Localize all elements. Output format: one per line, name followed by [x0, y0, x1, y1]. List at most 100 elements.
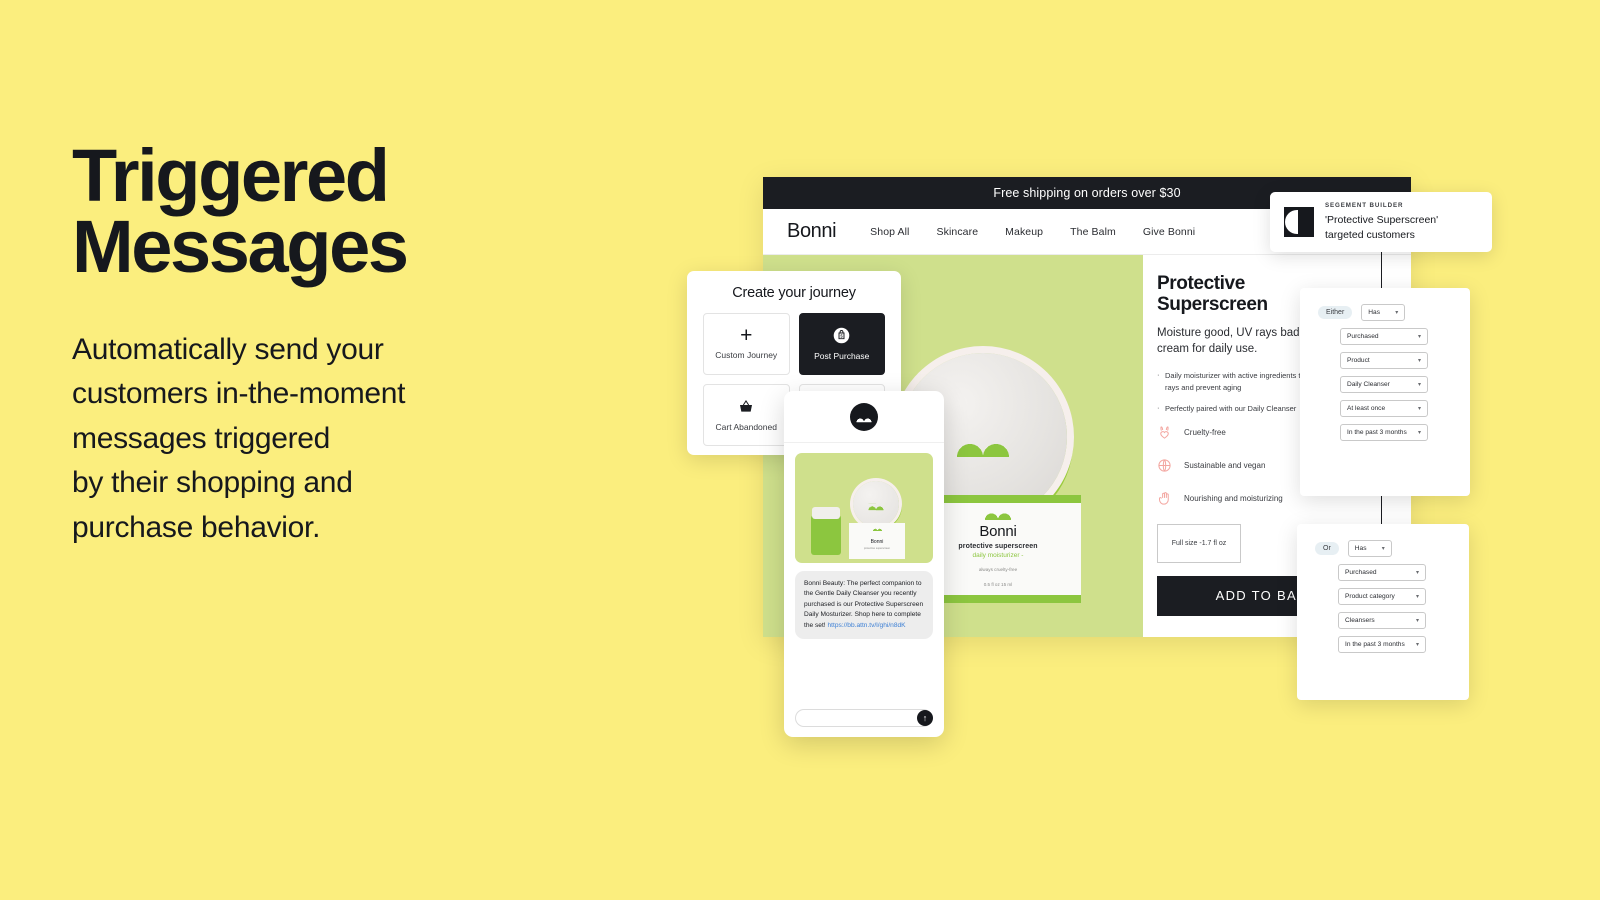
feature-label: Sustainable and vegan	[1184, 460, 1266, 470]
message-input[interactable]	[795, 709, 932, 727]
product-title-line-2: Superscreen	[1157, 294, 1268, 316]
select-value: Product	[1347, 357, 1370, 364]
chevron-down-icon: ▾	[1417, 406, 1421, 412]
segment-title-line-1: 'Protective Superscreen'	[1325, 214, 1439, 227]
mini-box-brand: Bonni	[870, 539, 884, 545]
chevron-down-icon: ▾	[1415, 618, 1419, 624]
mini-jar	[811, 507, 841, 555]
mini-jar-lid	[853, 481, 899, 527]
operator-chip-or[interactable]: Or	[1315, 542, 1339, 555]
condition-select-product-category[interactable]: Product category ▾	[1338, 588, 1426, 605]
chevron-down-icon: ▾	[1381, 546, 1385, 552]
subcopy-line: by their shopping and	[72, 466, 353, 500]
basket-icon	[740, 399, 753, 412]
sms-message-bubble: Bonni Beauty: The perfect companion to t…	[795, 571, 933, 640]
segment-condition-panel-1: Either Has ▾ Purchased ▾ Product ▾ Daily…	[1300, 288, 1470, 496]
condition-select-daily-cleanser[interactable]: Daily Cleanser ▾	[1340, 376, 1428, 393]
segment-builder-callout: SEGEMENT BUILDER 'Protective Superscreen…	[1270, 192, 1492, 252]
bonni-logo-icon	[850, 402, 878, 431]
phone-conversation: Bonni protective superscreen Bonni Beaut…	[784, 443, 944, 649]
segment-callout-text: SEGEMENT BUILDER 'Protective Superscreen…	[1325, 202, 1438, 241]
mini-box: Bonni protective superscreen	[849, 523, 905, 559]
condition-operator-row: Either Has ▾	[1318, 304, 1452, 321]
bonni-logo-icon	[872, 528, 882, 531]
journey-card-label: Cart Abandoned	[715, 421, 777, 432]
chevron-down-icon: ▾	[1415, 594, 1419, 600]
subcopy-line: customers in-the-moment	[72, 377, 406, 411]
nav-link-makeup[interactable]: Makeup	[1005, 226, 1043, 238]
hero-copy: Triggered Messages Automatically send yo…	[72, 139, 692, 550]
feature-label: Cruelty-free	[1184, 427, 1226, 437]
journey-card-label: Post Purchase	[814, 351, 870, 361]
select-value: Has	[1354, 545, 1367, 552]
globe-icon	[1158, 458, 1171, 472]
operator-chip-either[interactable]: Either	[1318, 306, 1353, 319]
mms-product-image: Bonni protective superscreen	[795, 453, 933, 563]
attentive-logo-icon	[1284, 207, 1314, 237]
hand-icon	[1159, 491, 1169, 505]
nav-link-give-bonni[interactable]: Give Bonni	[1143, 226, 1195, 238]
condition-select-timeframe[interactable]: In the past 3 months ▾	[1340, 424, 1428, 441]
feature-label: Nourishing and moisturizing	[1184, 493, 1283, 503]
chevron-down-icon: ▾	[1417, 358, 1421, 364]
phone-input-bar: ↑	[795, 709, 933, 727]
page-title: Triggered Messages	[72, 139, 692, 289]
svg-text:$: $	[840, 333, 843, 338]
condition-select-has[interactable]: Has ▾	[1361, 304, 1406, 321]
select-value: Purchased	[1345, 569, 1377, 576]
phone-header	[784, 391, 944, 443]
product-title-line-1: Protective	[1157, 273, 1245, 294]
condition-select-purchased[interactable]: Purchased ▾	[1340, 328, 1428, 345]
select-value: Product category	[1345, 593, 1395, 600]
sms-link[interactable]: https://bb.attn.tv/l/ghi/n8dK	[827, 622, 905, 629]
size-option-button[interactable]: Full size -1.7 fl oz	[1157, 523, 1241, 563]
mini-box-line: protective superscreen	[863, 547, 891, 550]
nav-links: Shop All Skincare Makeup The Balm Give B…	[870, 226, 1195, 238]
chevron-down-icon: ▾	[1417, 382, 1421, 388]
brand-logo[interactable]: Bonni	[787, 220, 837, 243]
chevron-down-icon: ▾	[1417, 334, 1421, 340]
arrow-up-icon[interactable]: ↑	[917, 710, 933, 726]
condition-field-list: Purchased ▾ Product category ▾ Cleansers…	[1315, 564, 1451, 653]
subcopy-line: Automatically send your	[72, 333, 384, 367]
sms-preview-phone: Bonni protective superscreen Bonni Beaut…	[784, 391, 944, 737]
chevron-down-icon: ▾	[1417, 430, 1421, 436]
select-value: Purchased	[1347, 333, 1379, 340]
journey-card-label: Custom Journey	[715, 349, 778, 360]
select-value: In the past 3 months	[1345, 641, 1405, 648]
nav-link-the-balm[interactable]: The Balm	[1070, 226, 1116, 238]
segment-callout-title: 'Protective Superscreen' targeted custom…	[1325, 213, 1438, 241]
shopping-bag-dollar-icon: $	[833, 327, 850, 344]
nav-link-skincare[interactable]: Skincare	[937, 226, 979, 238]
journey-card-custom-journey[interactable]: + Custom Journey	[703, 313, 790, 375]
plus-icon: +	[740, 323, 753, 347]
condition-select-purchased[interactable]: Purchased ▾	[1338, 564, 1426, 581]
nav-link-shop-all[interactable]: Shop All	[870, 226, 909, 238]
condition-select-frequency[interactable]: At least once ▾	[1340, 400, 1428, 417]
bonni-logo-icon	[985, 513, 1011, 520]
condition-select-has[interactable]: Has ▾	[1347, 540, 1392, 557]
segment-title-line-2: targeted customers	[1325, 228, 1415, 241]
condition-select-cleansers[interactable]: Cleansers ▾	[1338, 612, 1426, 629]
chevron-down-icon: ▾	[1415, 642, 1419, 648]
segment-condition-panel-2: Or Has ▾ Purchased ▾ Product category ▾ …	[1297, 524, 1469, 700]
chevron-down-icon: ▾	[1415, 570, 1419, 576]
subcopy-line: purchase behavior.	[72, 510, 321, 544]
headline-line-2: Messages	[72, 205, 409, 289]
hero-subcopy: Automatically send your customers in-the…	[72, 328, 692, 550]
bunny-icon	[1160, 425, 1169, 439]
select-value: Daily Cleanser	[1347, 381, 1390, 388]
condition-operator-row: Or Has ▾	[1315, 540, 1451, 557]
condition-field-list: Purchased ▾ Product ▾ Daily Cleanser ▾ A…	[1318, 328, 1452, 441]
segment-callout-kicker: SEGEMENT BUILDER	[1325, 202, 1404, 210]
journey-title: Create your journey	[732, 285, 856, 301]
select-value: In the past 3 months	[1347, 429, 1407, 436]
chevron-down-icon: ▾	[1395, 310, 1399, 316]
select-value: At least once	[1347, 405, 1386, 412]
condition-select-timeframe[interactable]: In the past 3 months ▾	[1338, 636, 1426, 653]
select-value: Has	[1368, 309, 1381, 316]
journey-card-post-purchase[interactable]: $ Post Purchase	[798, 313, 885, 375]
journey-card-cart-abandoned[interactable]: Cart Abandoned	[703, 384, 790, 446]
subcopy-line: messages triggered	[72, 421, 331, 455]
condition-select-product[interactable]: Product ▾	[1340, 352, 1428, 369]
